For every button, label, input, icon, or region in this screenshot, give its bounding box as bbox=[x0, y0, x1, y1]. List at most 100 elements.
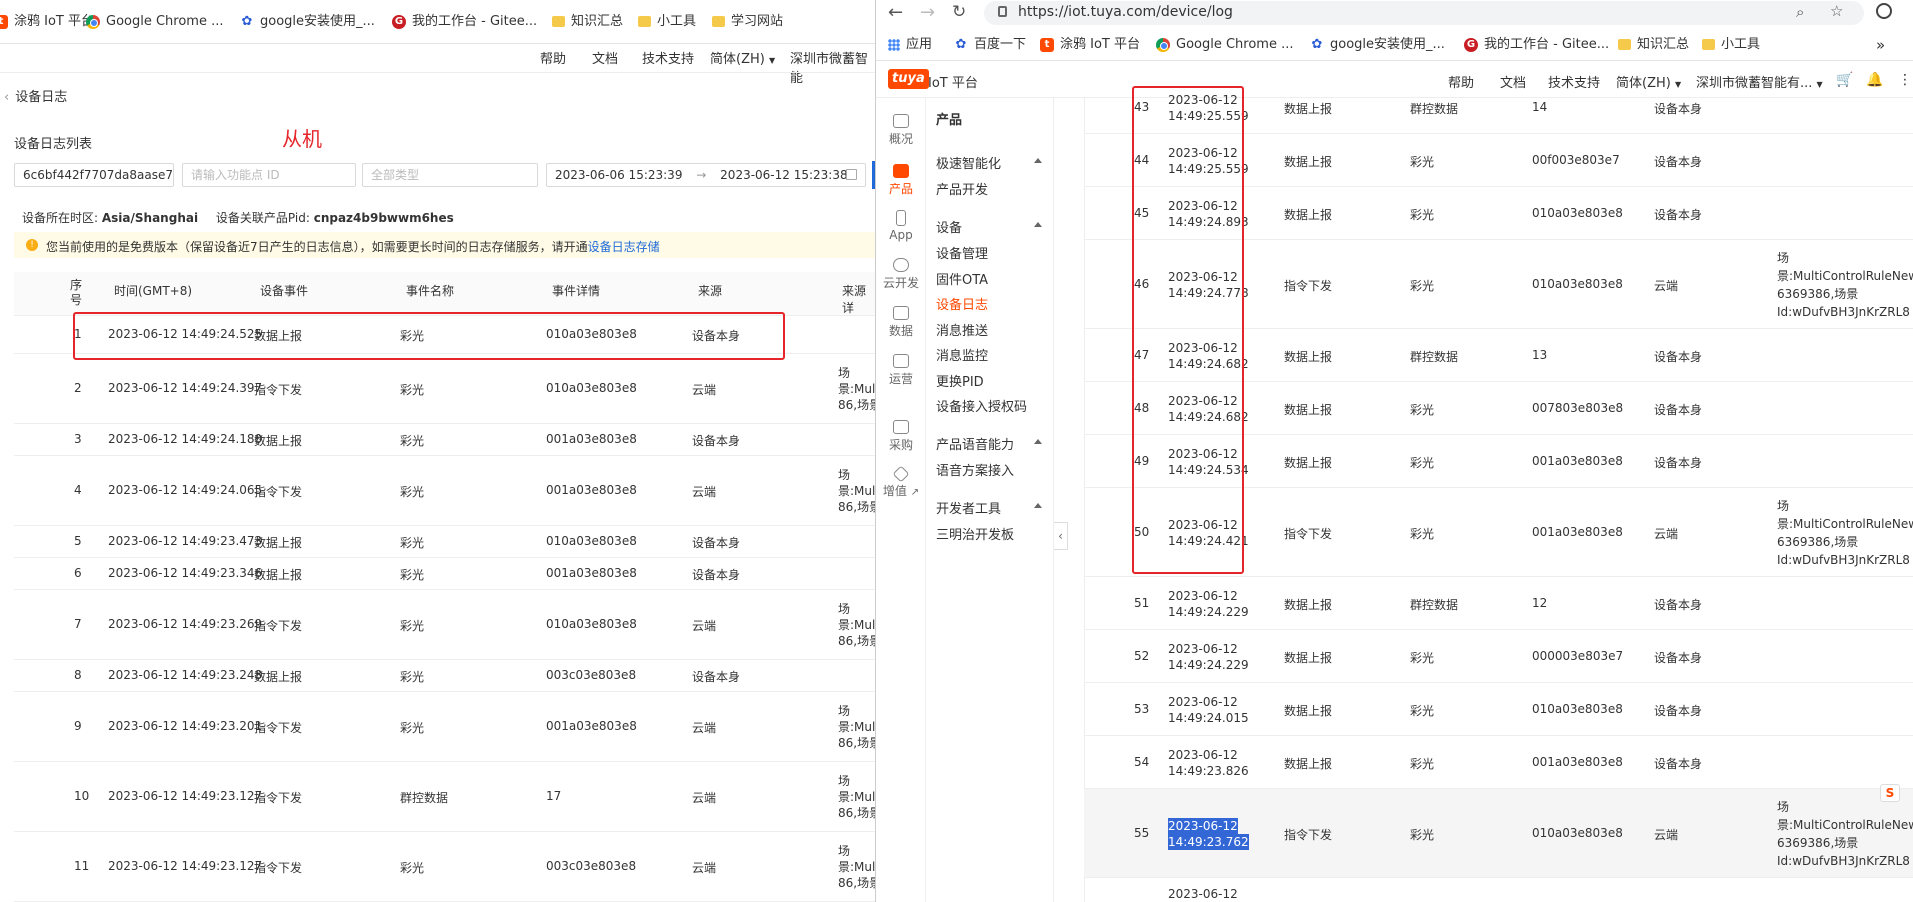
menu-item-firmware-ota[interactable]: 固件OTA bbox=[936, 269, 988, 288]
cell-time: 2023-06-12 14:49:23.201 bbox=[108, 719, 263, 733]
bookmark-chrome[interactable]: Google Chrome ... bbox=[1156, 34, 1294, 56]
bookmark-google-install[interactable]: ✿ google安装使用_... bbox=[1310, 34, 1445, 56]
device-id-input[interactable]: 6c6bf442f7707da8aase7s bbox=[14, 163, 174, 187]
collapse-sidebar-button[interactable]: ‹ bbox=[1054, 522, 1068, 550]
nav-docs[interactable]: 文档 bbox=[592, 48, 618, 67]
bookmarks-more-button[interactable]: » bbox=[1876, 34, 1885, 56]
type-select[interactable]: 全部类型 bbox=[362, 163, 538, 187]
menu-item-product-dev[interactable]: 产品开发 bbox=[936, 179, 988, 198]
rail-data[interactable]: 数据 bbox=[876, 306, 926, 339]
time-date: 2023-06-12 bbox=[1168, 818, 1238, 834]
cell-no: 10 bbox=[74, 789, 90, 803]
cell-event: 数据上报 bbox=[254, 536, 303, 550]
bookmark-study[interactable]: 学习网站 bbox=[712, 0, 783, 44]
menu-group-fast-smart[interactable]: 极速智能化 bbox=[936, 153, 1001, 172]
cell-time: 2023-06-12 14:49:24.180 bbox=[108, 432, 263, 446]
rail-cloud[interactable]: 云开发 bbox=[876, 258, 926, 291]
rail-value-added[interactable]: 增值 ↗ bbox=[876, 465, 926, 499]
menu-item-device-management[interactable]: 设备管理 bbox=[936, 243, 988, 262]
table-row: 53 2023-06-12 14:49:24.015 数据上报 彩光 010a03e803… bbox=[1084, 683, 1913, 736]
rail-operation[interactable]: 运营 bbox=[876, 354, 926, 387]
url-text: https://iot.tuya.com/device/log bbox=[1018, 4, 1233, 20]
cell-name: 群控数据 bbox=[1410, 350, 1459, 364]
back-icon[interactable]: ← bbox=[888, 2, 903, 23]
nav-support[interactable]: 技术支持 bbox=[642, 48, 694, 67]
menu-item-voice-access[interactable]: 语音方案接入 bbox=[936, 460, 1014, 479]
cell-detail: 001a03e803e8 bbox=[546, 483, 637, 497]
rail-overview[interactable]: 概况 bbox=[876, 114, 926, 147]
nav-language[interactable]: 简体(ZH) ▼ bbox=[710, 48, 775, 67]
bookmark-baidu[interactable]: ✿ 百度一下 bbox=[954, 34, 1026, 56]
cell-name: 彩光 bbox=[400, 861, 425, 875]
menu-group-dev-tools[interactable]: 开发者工具 bbox=[936, 498, 1001, 517]
bookmark-tools[interactable]: 小工具 bbox=[638, 0, 696, 44]
bookmark-tools[interactable]: 小工具 bbox=[1702, 34, 1760, 56]
cell-event: 指令下发 bbox=[254, 861, 303, 875]
table-row: 9 2023-06-12 14:49:23.201 指令下发 彩光 001a03e803… bbox=[14, 692, 875, 762]
gitee-icon: G bbox=[1464, 37, 1478, 52]
col-source-detail: 来源详 bbox=[842, 284, 867, 315]
cell-time: 2023-06-12 14:49:24.397 bbox=[108, 381, 263, 395]
bookmark-knowledge[interactable]: 知识汇总 bbox=[552, 0, 623, 44]
menu-item-message-push[interactable]: 消息推送 bbox=[936, 320, 988, 339]
cell-detail: 13 bbox=[1532, 348, 1548, 362]
cell-source: 云端 bbox=[692, 721, 717, 735]
profile-icon[interactable] bbox=[1876, 3, 1892, 19]
bookmark-apps[interactable]: 应用 bbox=[888, 34, 932, 56]
reload-icon[interactable]: ↻ bbox=[952, 2, 966, 22]
col-time: 时间(GMT+8) bbox=[114, 284, 193, 298]
zoom-icon[interactable]: ⌕ bbox=[1796, 3, 1804, 21]
nav-company[interactable]: 深圳市微蓄智能 bbox=[790, 48, 875, 86]
cell-source-detail: 场景:MultiControlRuleNew1 6369386,场景 Id:wDuf… bbox=[1777, 497, 1913, 569]
log-storage-link[interactable]: 设备日志存储 bbox=[588, 240, 660, 254]
baidu-paw-icon: ✿ bbox=[1311, 36, 1323, 52]
cell-source-detail: 场景:Mul 86,场景 bbox=[838, 843, 875, 891]
bookmark-gitee[interactable]: G 我的工作台 - Gitee... bbox=[1464, 34, 1609, 56]
rail-product[interactable]: 产品 bbox=[876, 164, 926, 197]
nav-help[interactable]: 帮助 bbox=[540, 48, 566, 67]
sogou-input-icon[interactable]: S bbox=[1880, 784, 1900, 802]
source-detail-line: 86,场景 bbox=[838, 806, 875, 820]
bookmark-tuya[interactable]: t 涂鸦 IoT 平台 bbox=[0, 0, 94, 44]
menu-item-sandwich-board[interactable]: 三明治开发板 bbox=[936, 524, 1014, 543]
back-arrow-icon[interactable]: ‹ bbox=[4, 90, 9, 105]
menu-group-voice[interactable]: 产品语音能力 bbox=[936, 434, 1014, 453]
menu-item-message-monitor[interactable]: 消息监控 bbox=[936, 345, 988, 364]
rail-app[interactable]: App bbox=[876, 210, 926, 242]
cell-event: 数据上报 bbox=[1284, 350, 1333, 364]
caret-up-icon bbox=[1034, 158, 1042, 163]
bookmark-gitee[interactable]: G 我的工作台 - Gitee... bbox=[392, 0, 537, 44]
left-browser-window: t 涂鸦 IoT 平台 Google Chrome ... ✿ google安装使用… bbox=[0, 0, 875, 902]
menu-item-change-pid[interactable]: 更换PID bbox=[936, 371, 984, 390]
menu-group-device[interactable]: 设备 bbox=[936, 217, 962, 236]
cell-event: 数据上报 bbox=[254, 670, 303, 684]
forward-icon[interactable]: → bbox=[920, 2, 935, 23]
star-icon[interactable]: ☆ bbox=[1830, 2, 1843, 20]
cell-source: 云端 bbox=[692, 383, 717, 397]
bookmark-google-install[interactable]: ✿ google安装使用_... bbox=[240, 0, 375, 44]
bookmark-chrome[interactable]: Google Chrome ... bbox=[86, 0, 224, 44]
date-range-picker[interactable]: 2023-06-06 15:23:39 → 2023-06-12 15:23:3… bbox=[546, 163, 866, 187]
folder-icon bbox=[1702, 39, 1715, 50]
chart-icon bbox=[893, 306, 909, 320]
cell-source-detail: 场景:Mul 86,场景 bbox=[838, 773, 875, 821]
cell-source: 云端 bbox=[692, 861, 717, 875]
menu-item-access-code[interactable]: 设备接入授权码 bbox=[936, 396, 1027, 415]
highlight-box-right bbox=[1132, 86, 1244, 574]
menu-item-device-log[interactable]: 设备日志 bbox=[936, 294, 988, 313]
cell-no: 53 bbox=[1134, 702, 1150, 716]
source-detail-line: 景:Mul bbox=[838, 790, 875, 804]
list-title: 设备日志列表 bbox=[14, 137, 93, 152]
source-detail-line: 场 bbox=[838, 844, 851, 858]
bookmark-tuya[interactable]: t 涂鸦 IoT 平台 bbox=[1040, 34, 1140, 56]
cell-detail: 010a03e803e8 bbox=[1532, 702, 1623, 716]
bookmark-knowledge[interactable]: 知识汇总 bbox=[1618, 34, 1689, 56]
dp-id-input[interactable]: 请输入功能点 ID bbox=[182, 163, 356, 187]
rail-purchase[interactable]: 采购 bbox=[876, 420, 926, 453]
right-browser-window: ← → ↻ https://iot.tuya.com/device/log ⌕ … bbox=[875, 0, 1913, 902]
tuya-logo[interactable]: tuya bbox=[888, 69, 929, 89]
table-row: 10 2023-06-12 14:49:23.127 指令下发 群控数据 17 云端 场景:… bbox=[14, 762, 875, 832]
time-time: 14:49:24.015 bbox=[1168, 711, 1249, 725]
omnibox[interactable]: https://iot.tuya.com/device/log ⌕ ☆ bbox=[984, 1, 1864, 25]
cell-name: 彩光 bbox=[1410, 403, 1435, 417]
